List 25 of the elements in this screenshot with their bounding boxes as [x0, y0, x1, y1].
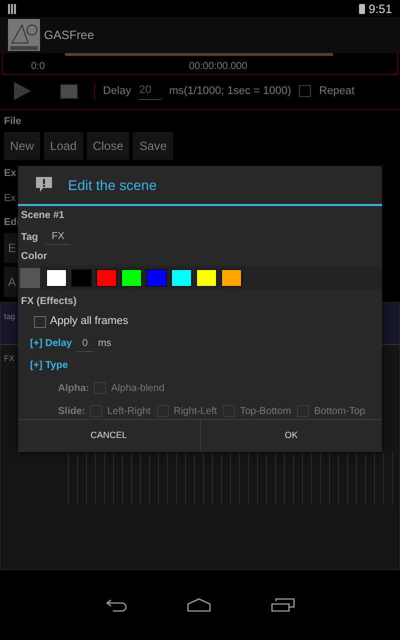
scene-label: Scene #1: [21, 209, 66, 224]
track-label: tag: [4, 312, 16, 321]
type-group-label: Slide:: [58, 404, 86, 419]
option-label: Right-Left: [174, 404, 217, 419]
section-label: Ex: [4, 167, 18, 181]
type-group-label: Alpha:: [58, 382, 90, 396]
color-label: Color: [21, 250, 48, 264]
dialog-title: Edit the scene: [68, 176, 157, 195]
option-label: Bottom-Top: [314, 404, 366, 419]
tag-label: Tag: [21, 230, 38, 245]
option-label: Top-Bottom: [240, 404, 292, 419]
apply-all-label: Apply all frames: [50, 314, 128, 330]
section-label: File: [4, 115, 22, 129]
repeat-label: Repeat: [319, 84, 355, 99]
app-title: GASFree: [44, 27, 94, 44]
delay-hint: ms(1/1000; 1sec = 1000): [169, 84, 292, 99]
option-label: Alpha-blend: [111, 382, 164, 396]
timecode: 00:00:00.000: [188, 60, 248, 74]
clock: 9:51: [368, 0, 392, 18]
position-label: 0:0: [31, 60, 45, 74]
delay-label: Delay: [103, 84, 132, 99]
option-label: Left-Right: [107, 404, 151, 419]
fx-title: FX (Effects): [21, 295, 78, 310]
track-label: FX: [4, 354, 14, 363]
ms-label: ms: [98, 337, 112, 352]
